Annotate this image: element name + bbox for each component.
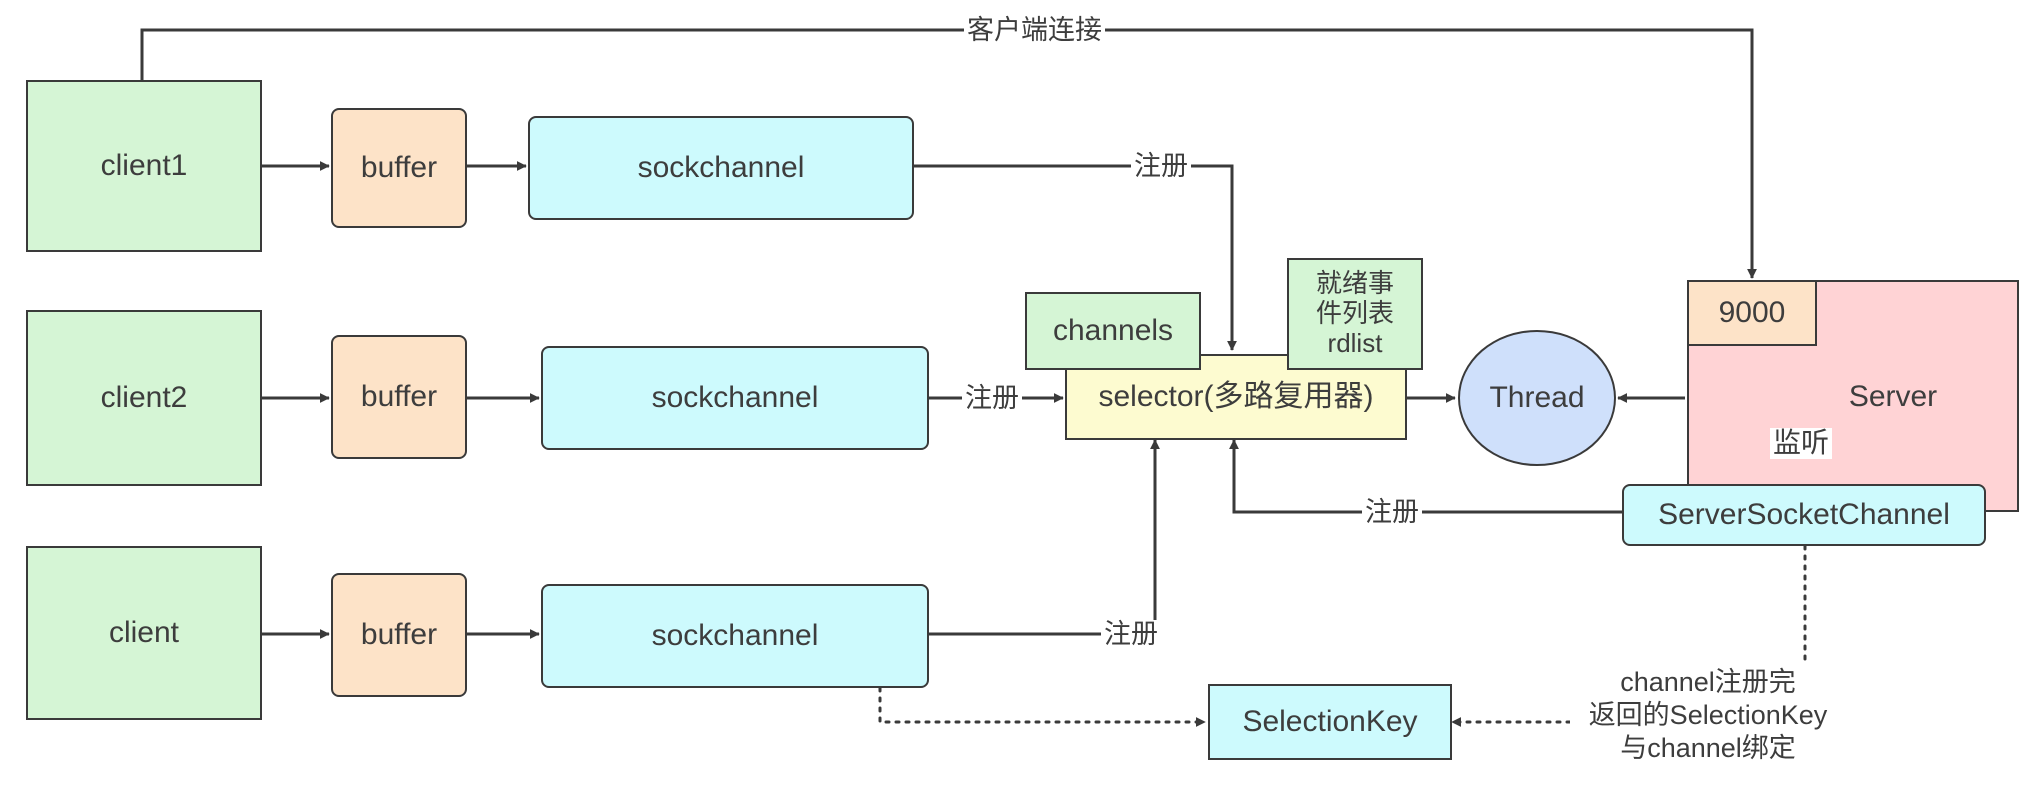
buffer1-box: buffer: [331, 108, 467, 228]
client1-box: client1: [26, 80, 262, 252]
client2-label: client2: [100, 380, 188, 414]
buffer3-label: buffer: [360, 617, 438, 651]
sock3-selectionkey-dotted: [878, 686, 1207, 727]
client3-box: client: [26, 546, 262, 720]
channels-box: channels: [1025, 292, 1201, 370]
channels-label: channels: [1052, 313, 1174, 347]
sockchannel2-label: sockchannel: [651, 380, 819, 414]
sockchannel3-box: sockchannel: [541, 584, 929, 688]
buffer2-label: buffer: [360, 379, 438, 413]
server-label: Server: [1848, 380, 1938, 413]
client-connect-label: 客户端连接: [964, 15, 1105, 46]
register-label-2: 注册: [962, 383, 1022, 414]
port-label: 9000: [1718, 295, 1786, 329]
thread-circle: Thread: [1458, 330, 1616, 466]
sockchannel3-label: sockchannel: [651, 618, 819, 652]
sockchannel1-label: sockchannel: [637, 150, 805, 184]
nio-diagram: client1 client2 client buffer buffer buf…: [0, 0, 2044, 790]
register-label-1: 注册: [1131, 151, 1191, 182]
rdlist-box: 就绪事 件列表 rdlist: [1287, 258, 1423, 370]
buffer3-box: buffer: [331, 573, 467, 697]
rdlist-label: 就绪事 件列表 rdlist: [1315, 268, 1394, 358]
sock3-register-line: [928, 439, 1160, 636]
selector-label: selector(多路复用器): [1098, 379, 1374, 413]
sockchannel2-box: sockchannel: [541, 346, 929, 450]
register-label-server: 注册: [1362, 497, 1422, 528]
client1-label: client1: [100, 148, 188, 182]
server-socket-channel-label: ServerSocketChannel: [1658, 497, 1950, 531]
register-label-3: 注册: [1101, 619, 1161, 650]
client3-label: client: [108, 615, 180, 649]
listen-label: 监听: [1770, 427, 1833, 459]
server-socket-channel-box: ServerSocketChannel: [1622, 484, 1986, 546]
port-box: 9000: [1687, 280, 1817, 346]
buffer1-label: buffer: [360, 150, 438, 184]
selection-key-box: SelectionKey: [1208, 684, 1452, 760]
sockchannel1-box: sockchannel: [528, 116, 914, 220]
thread-label: Thread: [1489, 380, 1585, 414]
buffer2-box: buffer: [331, 335, 467, 459]
selection-key-label: SelectionKey: [1242, 704, 1418, 738]
selection-key-note: channel注册完 返回的SelectionKey 与channel绑定: [1570, 666, 1846, 765]
client2-box: client2: [26, 310, 262, 486]
